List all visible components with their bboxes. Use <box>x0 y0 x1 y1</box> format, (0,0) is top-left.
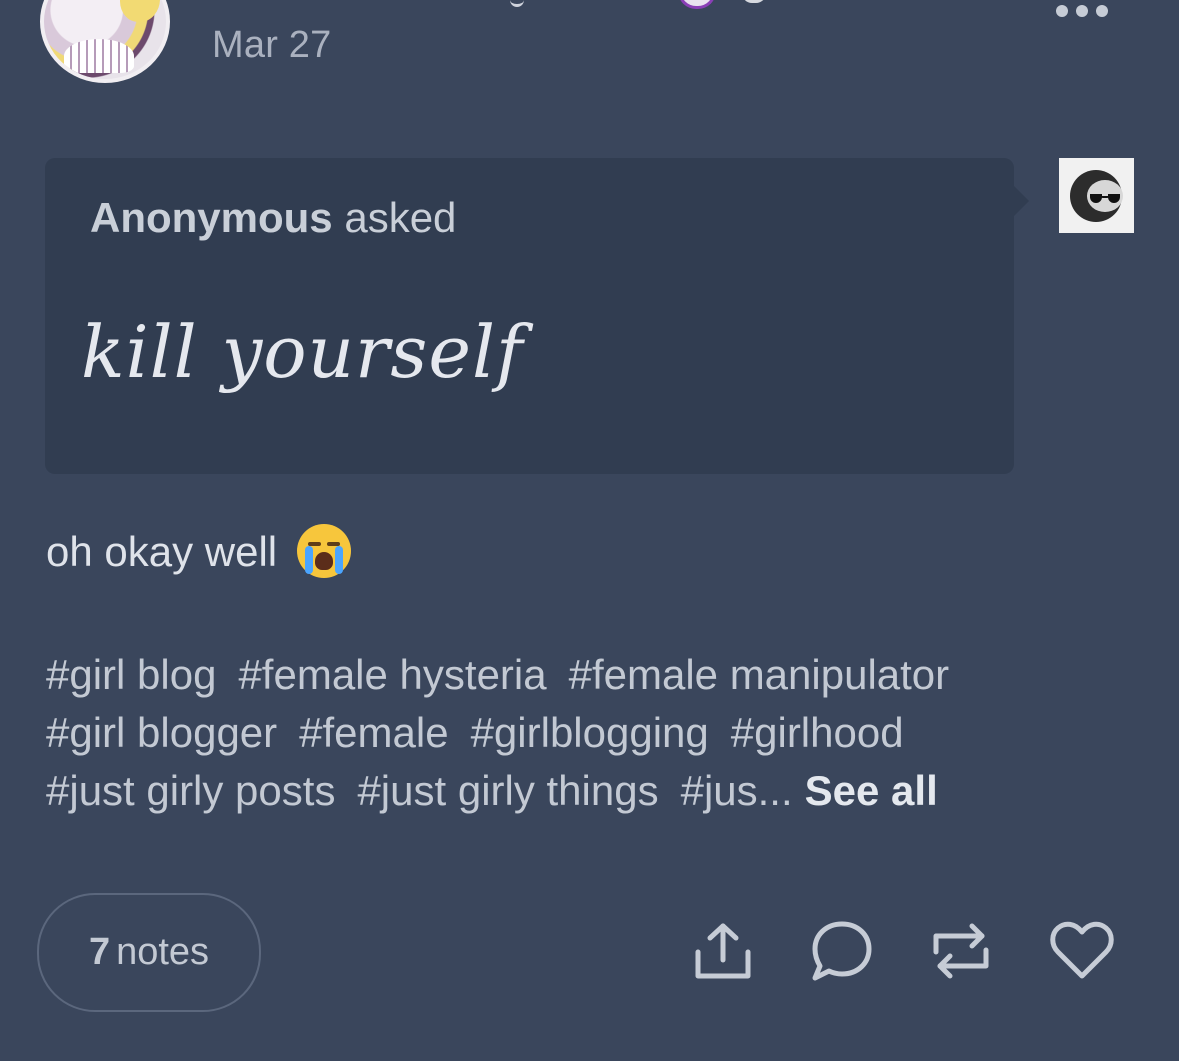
dot-icon <box>1096 5 1108 17</box>
tag-item[interactable]: #female hysteria <box>238 651 546 698</box>
anonymous-avatar <box>1059 158 1134 233</box>
tag-item[interactable]: #girl blog <box>46 651 216 698</box>
anonymous-face-inner <box>1087 180 1123 212</box>
reply-body: oh okay well <box>46 528 278 575</box>
ask-box: Anonymous asked kill yourself <box>45 158 1029 474</box>
anonymous-face-icon <box>1070 170 1123 222</box>
tag-list: #girl blog #female hysteria #female manipu… <box>46 646 1146 820</box>
see-all-link[interactable]: See all <box>805 767 938 814</box>
avatar-dress <box>64 39 134 73</box>
poster-avatar[interactable] <box>40 0 170 83</box>
tag-item[interactable]: #just girly posts <box>46 767 335 814</box>
ask-pointer <box>1014 186 1029 216</box>
reply-text: oh okay well <box>46 524 351 578</box>
reblog-icon[interactable] <box>928 918 994 984</box>
tag-item[interactable]: #jus... <box>681 767 793 814</box>
badge-icon <box>678 0 716 9</box>
asker-line: Anonymous asked <box>90 194 456 242</box>
tag-item[interactable]: #girlhood <box>731 709 904 756</box>
more-icon[interactable] <box>1056 5 1108 17</box>
badge-icon <box>742 0 766 3</box>
tag-item[interactable]: #female manipulator <box>569 651 950 698</box>
tag-item[interactable]: #just girly things <box>357 767 658 814</box>
share-icon[interactable] <box>690 918 756 984</box>
notes-button[interactable]: 7 notes <box>37 893 261 1012</box>
sunglasses-icon <box>1090 194 1120 204</box>
dot-icon <box>1056 5 1068 17</box>
tag-item[interactable]: #girl blogger <box>46 709 277 756</box>
tag-item[interactable]: #female <box>299 709 448 756</box>
partial-username-mark <box>510 0 524 7</box>
header-badges <box>660 0 770 9</box>
dot-icon <box>1076 5 1088 17</box>
asker-verb: asked <box>344 194 457 241</box>
loudly-crying-emoji <box>296 524 351 578</box>
tag-item[interactable]: #girlblogging <box>471 709 709 756</box>
ask-question: kill yourself <box>81 310 524 394</box>
asker-name[interactable]: Anonymous <box>90 194 333 241</box>
notes-label: notes <box>116 931 210 973</box>
reply-icon[interactable] <box>809 918 875 984</box>
avatar-hair <box>120 0 160 22</box>
like-icon[interactable] <box>1049 918 1115 984</box>
post-date: Mar 27 <box>212 24 332 66</box>
notes-count: 7 <box>88 931 111 973</box>
